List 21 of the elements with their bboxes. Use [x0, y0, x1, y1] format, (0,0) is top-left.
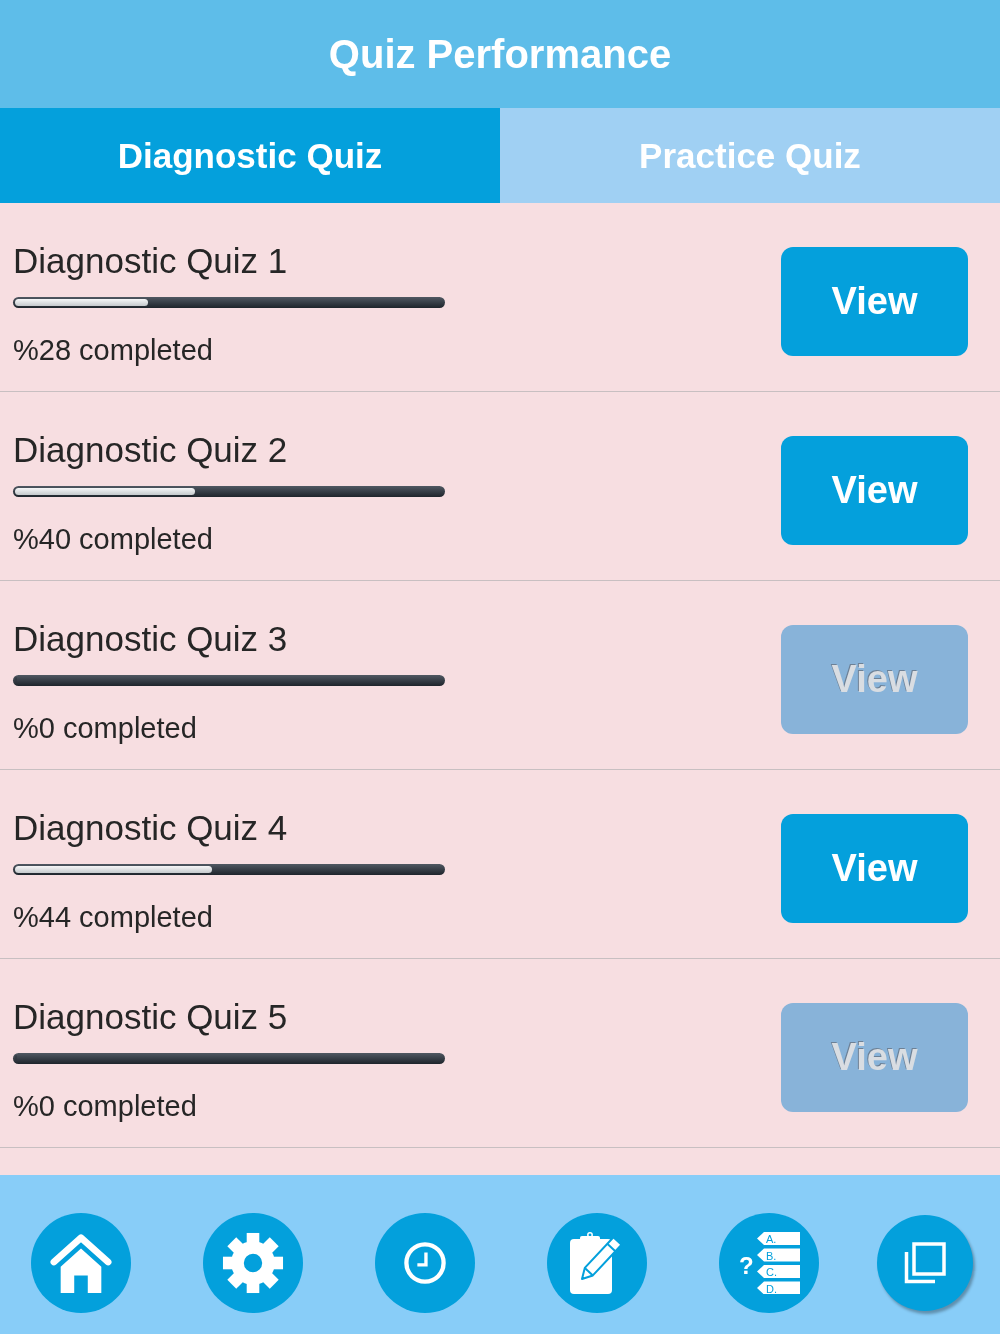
- progress-text: %44 completed: [13, 900, 214, 934]
- quiz-title: Diagnostic Quiz 2: [13, 430, 289, 470]
- settings-icon: [222, 1231, 284, 1294]
- clock-icon: [404, 1241, 446, 1284]
- quiz-title: Diagnostic Quiz 3: [13, 619, 289, 659]
- quiz-title: Diagnostic Quiz 5: [13, 997, 289, 1037]
- quiz-title: Diagnostic Quiz 4: [13, 808, 289, 848]
- home-icon: [50, 1232, 112, 1293]
- progress-text: %0 completed: [13, 1089, 198, 1123]
- tab[interactable]: Practice Quiz: [500, 108, 1000, 203]
- quiz-button[interactable]: ? A. B. C. D.: [719, 1212, 819, 1313]
- tab[interactable]: Diagnostic Quiz: [0, 108, 500, 203]
- quiz-title: Diagnostic Quiz 1: [13, 241, 289, 281]
- view-button[interactable]: View: [781, 247, 968, 356]
- progress-text: %28 completed: [13, 333, 214, 367]
- view-button[interactable]: View: [781, 814, 968, 923]
- screen-title: Quiz Performance: [328, 31, 672, 77]
- view-button[interactable]: View: [781, 436, 968, 545]
- overlapping-squares-icon: [904, 1241, 946, 1284]
- progress-text: %40 completed: [13, 522, 214, 556]
- progress-text: %0 completed: [13, 711, 198, 745]
